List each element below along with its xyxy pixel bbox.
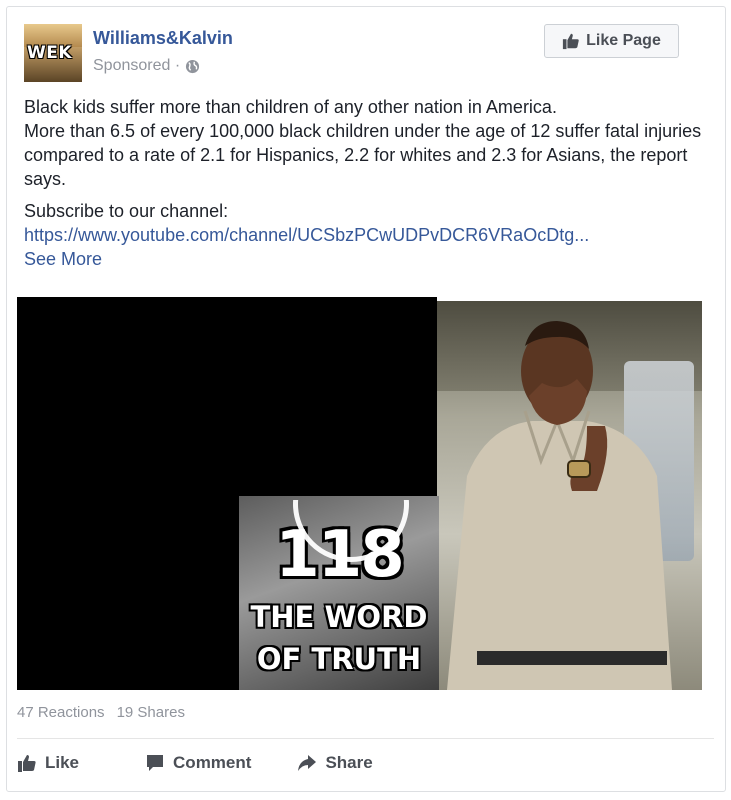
comment-button[interactable]: Comment (145, 748, 251, 778)
share-arrow-icon (298, 755, 317, 771)
avatar-logo-text: WEK (27, 43, 73, 63)
like-button[interactable]: Like (17, 748, 79, 778)
post-body: Black kids suffer more than children of … (24, 95, 714, 271)
video-preview-image[interactable] (437, 301, 702, 690)
see-more-link[interactable]: See More (24, 249, 102, 269)
post-text-line1: Black kids suffer more than children of … (24, 97, 557, 117)
reactions-count[interactable]: 47 Reactions (17, 704, 105, 721)
thumbs-up-icon (563, 33, 579, 50)
comment-label: Comment (173, 753, 252, 772)
post-text-line2: More than 6.5 of every 100,000 black chi… (24, 121, 702, 189)
thumbs-up-icon (18, 755, 36, 772)
subscribe-label: Subscribe to our channel: (24, 201, 229, 221)
channel-link[interactable]: https://www.youtube.com/channel/UCSbzPCw… (24, 225, 589, 245)
comment-icon (147, 755, 164, 771)
globe-icon (186, 59, 200, 73)
post-stats: 47 Reactions 19 Shares (17, 704, 185, 721)
shares-count[interactable]: 19 Shares (117, 704, 185, 721)
actions-divider (17, 738, 714, 739)
sponsored-label[interactable]: Sponsored · (93, 57, 180, 75)
share-button[interactable]: Share (297, 748, 373, 778)
like-label: Like (45, 753, 80, 772)
thumbnail-title-line1: THE WORD (250, 600, 428, 634)
like-page-button[interactable]: Like Page (544, 24, 679, 58)
share-label: Share (325, 753, 373, 772)
post-actions-bar: Like Comment Share (17, 748, 419, 778)
person-image (447, 321, 672, 690)
page-name-link[interactable]: Williams&Kalvin (93, 28, 233, 49)
post-meta: Sponsored · (93, 57, 200, 75)
like-page-label: Like Page (586, 32, 661, 49)
page-avatar[interactable]: WEK (24, 24, 82, 82)
thumbnail-title: THE WORD OF TRUTH (239, 596, 439, 680)
thumbnail-title-line2: OF TRUTH (256, 642, 422, 676)
